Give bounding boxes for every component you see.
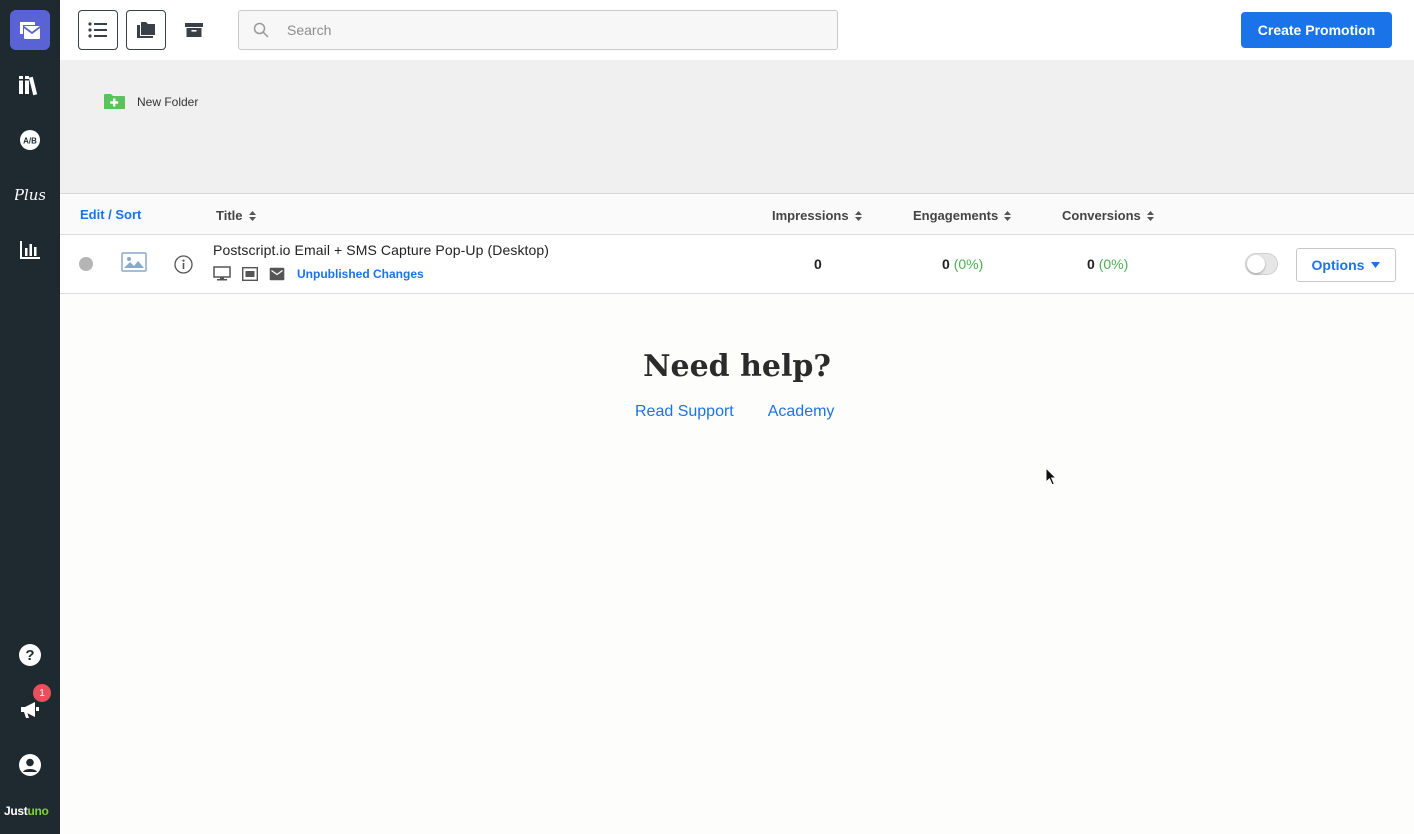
sidebar-item-plus[interactable]: Plus [10,175,50,215]
search-icon [253,22,269,38]
table-header: Edit / Sort Title Impressions Engagement… [60,195,1414,235]
svg-text:A/B: A/B [23,137,37,146]
folder-view-icon [137,22,155,38]
archive-icon [185,23,203,37]
top-toolbar: Create Promotion [60,0,1414,60]
options-dropdown-button[interactable]: Options [1296,248,1396,282]
engagements-value: 0 (0%) [942,256,984,272]
help-links: Read Support Academy [635,403,834,421]
conversions-column-header[interactable]: Conversions [1062,208,1154,223]
impressions-column-header[interactable]: Impressions [772,208,862,223]
library-icon [19,76,38,96]
list-view-icon [88,22,107,38]
archive-button[interactable] [174,10,214,50]
account-icon [19,754,41,776]
toggle-knob [1247,255,1265,273]
folder-add-icon [104,94,125,109]
sort-icon [1146,210,1154,221]
sidebar-item-library[interactable] [10,65,50,105]
analytics-icon [20,241,40,259]
notification-badge: 1 [33,684,51,702]
status-dot [79,257,93,271]
promotion-meta: Unpublished Changes [213,266,424,281]
sidebar-item-announcements[interactable]: 1 [10,684,51,730]
email-icon [269,267,285,281]
promotions-icon [20,22,41,39]
new-folder-label: New Folder [137,94,199,109]
promotion-title[interactable]: Postscript.io Email + SMS Capture Pop-Up… [213,242,549,258]
popup-icon [242,266,258,281]
svg-text:Plus: Plus [15,186,45,204]
sort-icon [248,210,256,221]
mouse-cursor-icon [1045,467,1057,486]
info-icon[interactable] [174,255,193,274]
unpublished-changes-link[interactable]: Unpublished Changes [297,267,424,281]
table-row[interactable]: Postscript.io Email + SMS Capture Pop-Up… [60,235,1414,294]
sidebar-item-analytics[interactable] [10,230,50,270]
help-heading: Need help? [643,349,831,384]
folder-view-button[interactable] [126,10,166,50]
sort-icon [1004,210,1012,221]
sidebar-item-help[interactable]: ? [10,635,50,675]
create-promotion-button[interactable]: Create Promotion [1241,12,1392,48]
list-view-button[interactable] [78,10,118,50]
sidebar-item-account[interactable] [10,745,50,785]
read-support-link[interactable]: Read Support [635,403,734,421]
title-column-header[interactable]: Title [216,208,256,223]
plus-icon: Plus [15,186,45,204]
enable-toggle[interactable] [1245,253,1278,275]
new-folder-button[interactable]: New Folder [104,93,198,110]
help-icon: ? [19,644,41,666]
conversions-percent: (0%) [1098,256,1129,272]
engagements-percent: (0%) [953,256,984,272]
sidebar-item-promotions[interactable] [10,10,50,50]
folder-area: New Folder [60,60,1414,194]
conversions-value: 0 (0%) [1087,256,1129,272]
search-input[interactable] [287,22,807,38]
sidebar-item-ab-testing[interactable]: A/B [10,120,50,160]
svg-text:?: ? [25,647,34,664]
academy-link[interactable]: Academy [768,403,835,421]
search-box [238,10,838,50]
sort-icon [854,210,862,221]
image-thumbnail-icon[interactable] [121,252,147,272]
impressions-value: 0 [814,256,822,272]
justuno-logo: Justuno [4,804,49,818]
sidebar: A/B Plus ? 1 Justuno [0,0,60,834]
engagements-column-header[interactable]: Engagements [913,208,1012,223]
announcements-icon [21,702,39,718]
caret-down-icon [1371,262,1381,268]
desktop-icon [213,266,231,281]
ab-test-icon: A/B [20,130,40,150]
edit-sort-link[interactable]: Edit / Sort [80,207,141,222]
